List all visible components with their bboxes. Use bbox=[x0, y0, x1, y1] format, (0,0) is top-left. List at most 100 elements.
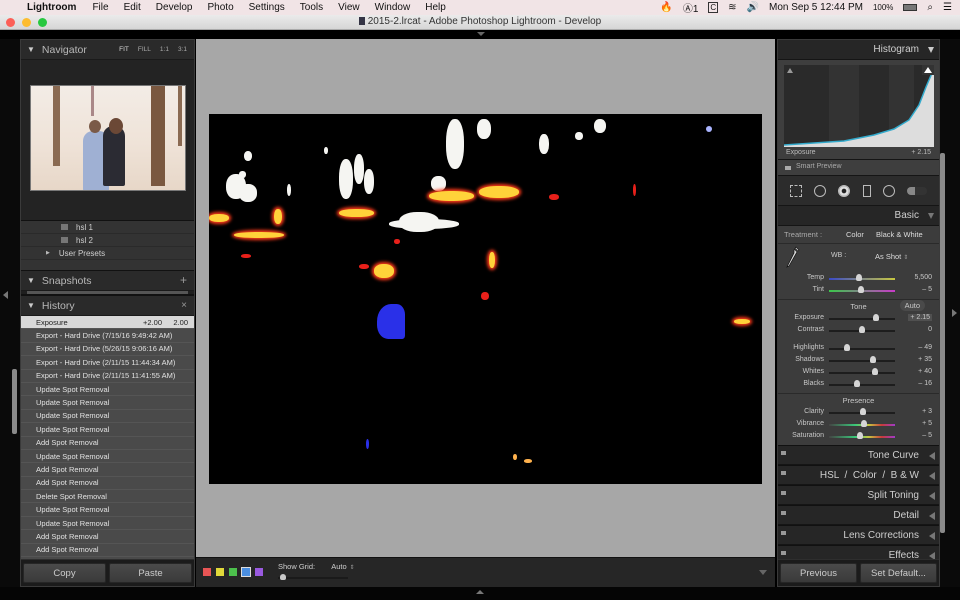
color-label-red[interactable] bbox=[203, 568, 211, 576]
zoom-fit[interactable]: FIT bbox=[119, 46, 129, 53]
history-item[interactable]: Export - Hard Drive (2/11/15 11:41:55 AM… bbox=[21, 370, 194, 383]
history-item[interactable]: Add Spot Removal bbox=[21, 477, 194, 491]
slider-thumb[interactable] bbox=[860, 408, 867, 415]
histogram[interactable]: Exposure + 2.15 bbox=[778, 60, 939, 160]
slider-thumb[interactable] bbox=[857, 286, 864, 293]
zoom-1-1[interactable]: 1:1 bbox=[160, 46, 169, 53]
history-item[interactable]: Delete Spot Removal bbox=[21, 490, 194, 504]
history-header[interactable]: ▼ History × bbox=[21, 296, 194, 316]
slider-track[interactable] bbox=[829, 384, 895, 386]
crop-tool-icon[interactable] bbox=[790, 184, 803, 197]
slider-value[interactable]: – 49 bbox=[918, 344, 932, 351]
battery-icon[interactable] bbox=[903, 4, 918, 11]
zoom-fill[interactable]: FILL bbox=[138, 46, 151, 53]
slider-thumb[interactable] bbox=[857, 432, 864, 439]
panel-header-lens[interactable]: Lens Corrections bbox=[778, 525, 939, 545]
slider-thumb[interactable] bbox=[859, 326, 865, 333]
slider-thumb[interactable] bbox=[844, 344, 851, 351]
slider-contrast[interactable]: Contrast 0 bbox=[778, 324, 939, 336]
navigator-preview[interactable] bbox=[30, 85, 186, 191]
slider-value[interactable]: – 5 bbox=[922, 432, 932, 439]
slider-whites[interactable]: Whites + 40 bbox=[778, 366, 939, 378]
history-item[interactable]: Add Spot Removal bbox=[21, 463, 194, 477]
menu-tools[interactable]: Tools bbox=[300, 2, 323, 13]
preset-folder-user[interactable]: ▶ User Presets bbox=[21, 247, 194, 260]
panel-header-tone[interactable]: Tone Curve bbox=[778, 445, 939, 465]
slider-highlights[interactable]: Highlights – 49 bbox=[778, 342, 939, 354]
menu-photo[interactable]: Photo bbox=[208, 2, 234, 13]
white-balance-eyedropper-icon[interactable] bbox=[786, 246, 800, 268]
history-item[interactable]: Export - Hard Drive (5/26/15 9:06:16 AM) bbox=[21, 343, 194, 357]
slider-thumb[interactable] bbox=[872, 314, 879, 321]
slider-value[interactable]: – 16 bbox=[918, 380, 932, 387]
left-scrollbar[interactable] bbox=[12, 369, 17, 434]
set-default-button[interactable]: Set Default... bbox=[860, 563, 937, 583]
grid-opacity-slider[interactable] bbox=[278, 577, 348, 579]
history-item[interactable]: Update Spot Removal bbox=[21, 450, 194, 464]
slider-vibrance[interactable]: Vibrance + 5 bbox=[778, 418, 939, 430]
left-panel-toggle-icon[interactable] bbox=[3, 291, 8, 299]
history-item[interactable]: Update Spot Removal bbox=[21, 517, 194, 531]
slider-saturation[interactable]: Saturation – 5 bbox=[778, 430, 939, 442]
history-item[interactable]: Update Spot Removal bbox=[21, 410, 194, 424]
history-item[interactable]: Exposure +2.00 2.00 bbox=[21, 316, 194, 330]
slider-value[interactable]: + 5 bbox=[922, 420, 932, 427]
slider-track[interactable] bbox=[829, 360, 895, 362]
clock[interactable]: Mon Sep 5 12:44 PM bbox=[769, 2, 863, 13]
history-item[interactable]: Add Spot Removal bbox=[21, 437, 194, 450]
menu-develop[interactable]: Develop bbox=[156, 2, 193, 13]
right-scrollbar[interactable] bbox=[940, 153, 945, 533]
grid-slider-thumb[interactable] bbox=[280, 574, 286, 580]
history-item[interactable]: Update Spot Removal bbox=[21, 423, 194, 437]
slider-value[interactable]: 0 bbox=[928, 326, 932, 333]
history-item[interactable]: Add Spot Removal bbox=[21, 544, 194, 558]
history-item[interactable]: Update Spot Removal bbox=[21, 396, 194, 410]
slider-value[interactable]: + 3 bbox=[922, 408, 932, 415]
wb-select[interactable]: As Shot ⇕ bbox=[875, 252, 908, 261]
panel-toggle-switch[interactable] bbox=[781, 551, 786, 555]
smart-preview-status[interactable]: Smart Preview bbox=[778, 160, 939, 176]
history-item[interactable]: Export - Hard Drive (7/15/16 9:49:42 AM) bbox=[21, 329, 194, 343]
panel-toggle-switch[interactable] bbox=[781, 531, 786, 535]
panel-header-hsl[interactable]: HSL / Color / B & W bbox=[778, 465, 939, 485]
slider-track[interactable] bbox=[829, 278, 895, 280]
flame-icon[interactable]: 🔥 bbox=[660, 2, 672, 13]
history-item[interactable]: Export - Hard Drive (2/11/15 11:44:34 AM… bbox=[21, 356, 194, 370]
menu-app[interactable]: Lightroom bbox=[27, 2, 76, 13]
zoom-3-1[interactable]: 3:1 bbox=[178, 46, 187, 53]
slider-track[interactable] bbox=[829, 372, 895, 374]
list-icon[interactable]: ☰ bbox=[943, 2, 952, 13]
treatment-bw[interactable]: Black & White bbox=[876, 230, 923, 239]
slider-track[interactable] bbox=[829, 318, 895, 320]
menu-window[interactable]: Window bbox=[375, 2, 411, 13]
slider-exposure[interactable]: Exposure + 2.15 bbox=[778, 312, 939, 324]
snapshots-header[interactable]: ▼ Snapshots + bbox=[21, 271, 194, 291]
history-item[interactable]: Update Spot Removal bbox=[21, 383, 194, 397]
wifi-icon[interactable]: ≋ bbox=[728, 2, 736, 13]
slider-shadows[interactable]: Shadows + 35 bbox=[778, 354, 939, 366]
color-label-purple[interactable] bbox=[255, 568, 263, 576]
basic-header[interactable]: Basic bbox=[778, 206, 939, 226]
red-eye-tool-icon[interactable] bbox=[838, 184, 851, 197]
c-icon[interactable]: C bbox=[708, 2, 719, 13]
menu-file[interactable]: File bbox=[92, 2, 108, 13]
volume-icon[interactable]: 🔊 bbox=[747, 2, 759, 13]
preset-item[interactable]: hsl 1 bbox=[21, 221, 194, 234]
toolbar-menu-icon[interactable] bbox=[759, 570, 767, 575]
slider-value[interactable]: + 40 bbox=[918, 368, 932, 375]
panel-toggle-switch[interactable] bbox=[781, 451, 786, 455]
color-label-yellow[interactable] bbox=[216, 568, 224, 576]
history-item[interactable]: Update Spot Removal bbox=[21, 503, 194, 517]
right-panel-toggle-icon[interactable] bbox=[952, 309, 957, 317]
treatment-color[interactable]: Color bbox=[846, 230, 864, 239]
slider-clarity[interactable]: Clarity + 3 bbox=[778, 406, 939, 418]
spot-removal-tool-icon[interactable] bbox=[814, 184, 827, 197]
auto-tone-button[interactable]: Auto bbox=[899, 300, 925, 311]
bottom-panel-toggle[interactable] bbox=[0, 587, 960, 600]
photo-with-clipping-overlay[interactable] bbox=[209, 114, 762, 484]
slider-thumb[interactable] bbox=[872, 368, 879, 375]
search-icon[interactable]: ⌕ bbox=[927, 2, 933, 13]
radial-filter-icon[interactable] bbox=[882, 184, 895, 197]
panel-toggle-switch[interactable] bbox=[781, 491, 786, 495]
paste-button[interactable]: Paste bbox=[109, 563, 192, 583]
